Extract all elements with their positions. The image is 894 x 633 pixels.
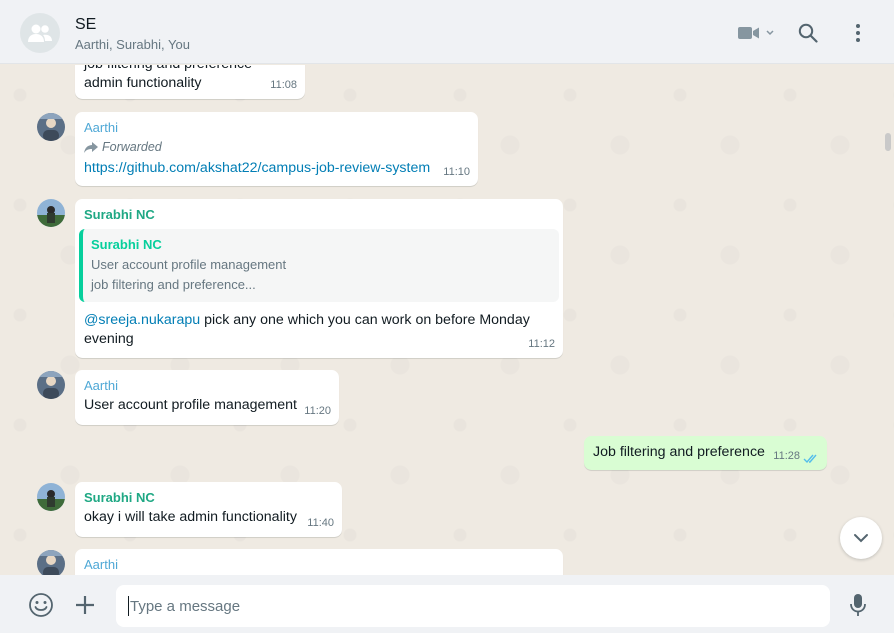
message-text: User account profile management (84, 397, 297, 413)
attach-plus-icon (76, 596, 94, 614)
forwarded-label: Forwarded (84, 138, 469, 156)
message-time: 11:20 (304, 405, 331, 417)
avatar[interactable] (37, 483, 65, 511)
message-text: admin functionality (84, 75, 202, 91)
message-bubble[interactable]: Surabhi NC okay i will take admin functi… (75, 482, 342, 537)
avatar[interactable] (37, 113, 65, 141)
sender-name[interactable]: Surabhi NC (84, 488, 333, 508)
chat-participants[interactable]: Aarthi, Surabhi, You (75, 37, 190, 52)
sender-name[interactable]: Surabhi NC (79, 205, 559, 225)
message-text-part: pick any one which you can work on befor… (200, 312, 530, 328)
search-button[interactable] (796, 20, 820, 46)
message-list[interactable]: job filtering and preference admin funct… (0, 65, 894, 575)
message-time: 11:12 (528, 338, 555, 350)
text-caret (128, 596, 129, 616)
search-icon (798, 23, 818, 43)
mention-link[interactable]: @sreeja.nukarapu (84, 312, 200, 328)
chat-header[interactable]: SE Aarthi, Surabhi, You (0, 0, 894, 64)
avatar[interactable] (37, 550, 65, 575)
message-link[interactable]: https://github.com/akshat22/campus-job-r… (84, 159, 469, 178)
sender-name[interactable]: Aarthi (84, 555, 554, 575)
quoted-sender: Surabhi NC (91, 237, 162, 252)
message-bubble[interactable]: job filtering and preference admin funct… (75, 65, 305, 99)
message-time: 11:28 (773, 450, 800, 462)
message-time: 11:40 (307, 517, 334, 529)
message-text: okay i will take admin functionality (84, 509, 297, 525)
forward-arrow-icon (84, 141, 98, 153)
video-call-icon (737, 27, 759, 39)
emoji-icon (29, 593, 53, 617)
sender-name[interactable]: Aarthi (84, 376, 330, 396)
avatar[interactable] (37, 371, 65, 399)
attach-button[interactable] (71, 591, 99, 619)
scrollbar-thumb[interactable] (885, 133, 891, 151)
forwarded-text: Forwarded (102, 140, 162, 154)
quoted-message[interactable]: Surabhi NC User account profile manageme… (79, 229, 559, 302)
quoted-text: User account profile management (91, 257, 287, 272)
menu-icon (856, 24, 860, 42)
message-bubble[interactable]: Aarthi Forwarded https://github.com/aksh… (75, 112, 478, 186)
emoji-button[interactable] (27, 591, 55, 619)
video-call-button[interactable] (736, 20, 776, 46)
message-bubble[interactable]: Aarthi User account profile management 1… (75, 370, 339, 425)
message-bubble-outgoing[interactable]: Job filtering and preference 11:28 (584, 436, 827, 470)
chevron-down-icon (765, 30, 774, 36)
message-text: @sreeja.nukarapu pick any one which you … (79, 302, 559, 349)
avatar[interactable] (37, 199, 65, 227)
chat-title[interactable]: SE (75, 16, 96, 34)
message-text: job filtering and preference (84, 65, 296, 74)
message-bubble[interactable]: Surabhi NC Surabhi NC User account profi… (75, 199, 563, 358)
message-bubble[interactable]: Aarthi (75, 549, 563, 575)
message-input[interactable] (116, 585, 830, 627)
message-text-part: evening (84, 331, 134, 347)
message-time: 11:08 (270, 79, 297, 91)
chevron-down-icon (854, 534, 868, 543)
message-time: 11:10 (443, 166, 470, 178)
menu-button[interactable] (848, 20, 868, 46)
group-avatar-icon[interactable] (20, 13, 60, 53)
voice-message-button[interactable] (844, 591, 872, 619)
quoted-text: job filtering and preference... (91, 277, 256, 292)
microphone-icon (850, 594, 866, 616)
composer-bar (0, 575, 894, 633)
sender-name[interactable]: Aarthi (84, 118, 469, 138)
scroll-to-bottom-button[interactable] (840, 517, 882, 559)
read-ticks-icon (803, 454, 817, 464)
